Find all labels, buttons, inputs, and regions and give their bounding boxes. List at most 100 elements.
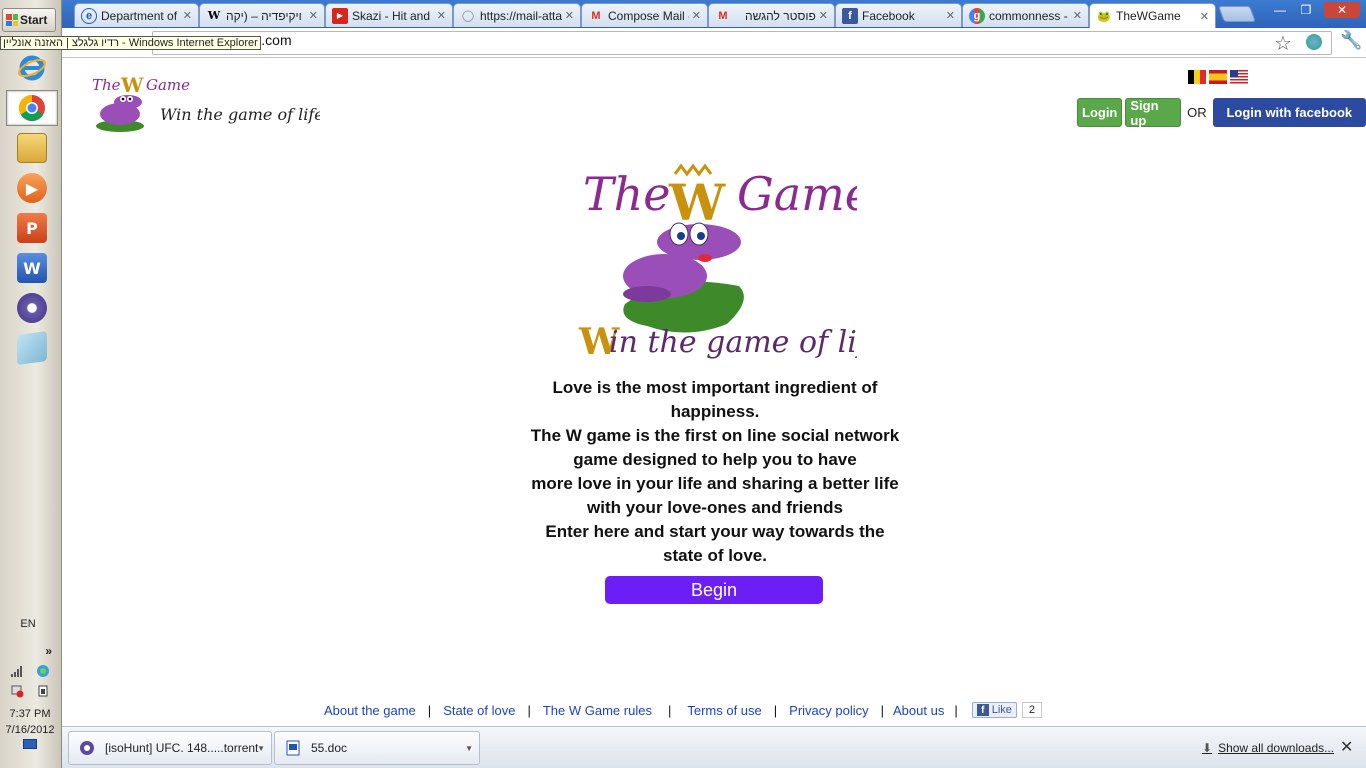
- spain-flag-icon[interactable]: [1209, 70, 1227, 84]
- tab-title: פוסטר להגשה: [744, 8, 816, 23]
- tab-title: Skazi - Hit and R: [352, 8, 434, 23]
- intro-line: with your love-ones and friends: [587, 498, 843, 517]
- taskbar-app-powerpoint[interactable]: P: [6, 210, 58, 246]
- tab-close-icon[interactable]: ✕: [565, 9, 574, 22]
- tray-expand-icon[interactable]: »: [4, 644, 56, 658]
- footer-link-terms[interactable]: Terms of use: [687, 703, 761, 718]
- tab-close-icon[interactable]: ✕: [1200, 10, 1209, 23]
- signal-icon[interactable]: [10, 664, 24, 678]
- footer-link-about-us[interactable]: About us: [893, 703, 944, 718]
- tab-close-icon[interactable]: ✕: [946, 9, 955, 22]
- file-explorer-icon: [17, 133, 47, 163]
- bookmark-star-icon[interactable]: ☆: [1274, 31, 1292, 56]
- intro-line: happiness.: [670, 402, 760, 421]
- close-window-icon[interactable]: ✕: [1324, 2, 1360, 18]
- download-menu-arrow-icon[interactable]: ▼: [465, 744, 473, 753]
- show-all-label: Show all downloads...: [1218, 741, 1335, 755]
- restore-icon[interactable]: ❐: [1294, 2, 1318, 18]
- intro-line: state of love.: [663, 546, 767, 565]
- header-logo[interactable]: The W Game Win the game of life: [90, 66, 324, 132]
- tab-mail-attachment[interactable]: ◯ https://mail-atta ✕: [453, 3, 581, 27]
- network-icon[interactable]: [36, 664, 50, 678]
- taskbar-app-file-explorer[interactable]: [6, 130, 58, 166]
- tab-title: https://mail-atta: [480, 8, 562, 23]
- footer-link-about-game[interactable]: About the game: [324, 703, 416, 718]
- footer-separator: |: [667, 702, 672, 718]
- tab-close-icon[interactable]: ✕: [692, 9, 701, 22]
- download-item-doc[interactable]: 55.doc ▼: [274, 731, 480, 765]
- power-icon[interactable]: [36, 684, 50, 698]
- tab-google-commonness[interactable]: g commonness - G ✕: [962, 3, 1089, 27]
- start-button[interactable]: Start: [2, 8, 56, 32]
- wikipedia-favicon-icon: W: [207, 9, 221, 22]
- intro-line: The W game is the first on line social n…: [530, 426, 900, 445]
- belgium-flag-icon[interactable]: [1188, 70, 1206, 84]
- taskbar-app-notepad[interactable]: [6, 330, 58, 366]
- small-logo-subtitle: Win the game of life: [160, 105, 320, 124]
- tab-title: Department of C: [101, 8, 180, 23]
- tab-close-icon[interactable]: ✕: [1073, 9, 1082, 22]
- globe-favicon-icon: ◯: [461, 10, 475, 22]
- download-item-torrent[interactable]: [isoHunt] UFC. 148.....torrent ▼: [68, 731, 272, 765]
- close-shelf-icon[interactable]: ✕: [1340, 737, 1353, 757]
- doc-file-icon: [286, 740, 300, 756]
- youtube-favicon-icon: ▶: [332, 7, 348, 24]
- ie-favicon-icon: e: [81, 7, 97, 24]
- intro-line: Enter here and start your way towards th…: [545, 522, 885, 541]
- footer-separator: |: [427, 702, 432, 718]
- begin-button[interactable]: Begin: [605, 576, 823, 604]
- web-page: The W Game Win the game of life Login Si…: [62, 58, 1366, 726]
- tab-title: Compose Mail - r: [608, 8, 689, 23]
- taskbar-app-word[interactable]: W: [6, 250, 58, 286]
- footer-link-privacy[interactable]: Privacy policy: [789, 703, 868, 718]
- extension-icon[interactable]: [1306, 34, 1322, 50]
- tab-thewgame[interactable]: 🐸 TheWGame ✕: [1089, 3, 1216, 28]
- tab-close-icon[interactable]: ✕: [183, 9, 192, 22]
- tab-close-icon[interactable]: ✕: [819, 9, 828, 22]
- tab-title: TheWGame: [1116, 9, 1181, 23]
- show-all-downloads-link[interactable]: ⬇ Show all downloads...: [1202, 741, 1334, 755]
- small-logo-the: The: [92, 76, 121, 94]
- tab-facebook[interactable]: f Facebook ✕: [835, 3, 962, 27]
- footer-link-state-of-love[interactable]: State of love: [443, 703, 515, 718]
- wrench-menu-icon[interactable]: 🔧: [1340, 30, 1362, 51]
- gmail-favicon-icon: M: [718, 9, 728, 22]
- clock-time[interactable]: 7:37 PM: [4, 708, 56, 720]
- footer-link-game-rules[interactable]: The W Game rules: [543, 703, 652, 718]
- taskbar-app-internet-explorer[interactable]: [6, 50, 58, 86]
- taskbar-app-bittorrent[interactable]: [6, 290, 58, 326]
- tab-compose-mail[interactable]: M Compose Mail - r ✕: [581, 3, 708, 27]
- big-logo-the: The: [583, 167, 671, 221]
- footer-separator: |: [954, 702, 958, 718]
- notepad-icon: [17, 330, 47, 366]
- address-bar[interactable]: [152, 31, 1332, 55]
- torrent-file-icon: [80, 741, 94, 755]
- download-menu-arrow-icon[interactable]: ▼: [257, 744, 265, 753]
- new-tab-button[interactable]: [1218, 6, 1256, 22]
- system-tray: » 7:37 PM 7/16/2012: [4, 644, 56, 768]
- network-error-icon[interactable]: [10, 684, 24, 698]
- minimize-icon[interactable]: —: [1268, 2, 1292, 18]
- footer-separator: |: [773, 702, 778, 718]
- browser-tab-strip: e Department of C ✕ W ויקיפדיה – (יקה ✕ …: [62, 0, 1366, 28]
- tab-youtube-skazi[interactable]: ▶ Skazi - Hit and R ✕: [325, 3, 453, 27]
- download-filename: 55.doc: [311, 741, 348, 755]
- windows-taskbar: Start ▶ P W EN » 7:37 PM 7/16/2012: [0, 0, 62, 768]
- facebook-login-button[interactable]: Login with facebook: [1212, 98, 1366, 127]
- tab-department[interactable]: e Department of C ✕: [74, 3, 199, 27]
- taskbar-app-chrome[interactable]: [6, 90, 58, 126]
- tab-close-icon[interactable]: ✕: [437, 9, 446, 22]
- taskbar-tooltip: רדיו גלגלצ | האזנה אונליין - Windows Int…: [0, 36, 261, 50]
- taskbar-app-media-player[interactable]: ▶: [6, 170, 58, 206]
- facebook-icon: f: [976, 704, 989, 716]
- signup-button[interactable]: Sign up: [1125, 98, 1182, 128]
- language-indicator[interactable]: EN: [0, 618, 56, 630]
- tab-wikipedia[interactable]: W ויקיפדיה – (יקה ✕: [199, 3, 325, 27]
- clock-date[interactable]: 7/16/2012: [4, 724, 56, 736]
- show-desktop-icon[interactable]: [23, 739, 37, 749]
- tab-close-icon[interactable]: ✕: [309, 9, 318, 22]
- login-button[interactable]: Login: [1077, 98, 1123, 127]
- tab-poster-gmail[interactable]: M פוסטר להגשה ✕: [708, 3, 835, 27]
- facebook-like-button[interactable]: f Like: [971, 702, 1017, 718]
- usa-flag-icon[interactable]: [1230, 70, 1248, 84]
